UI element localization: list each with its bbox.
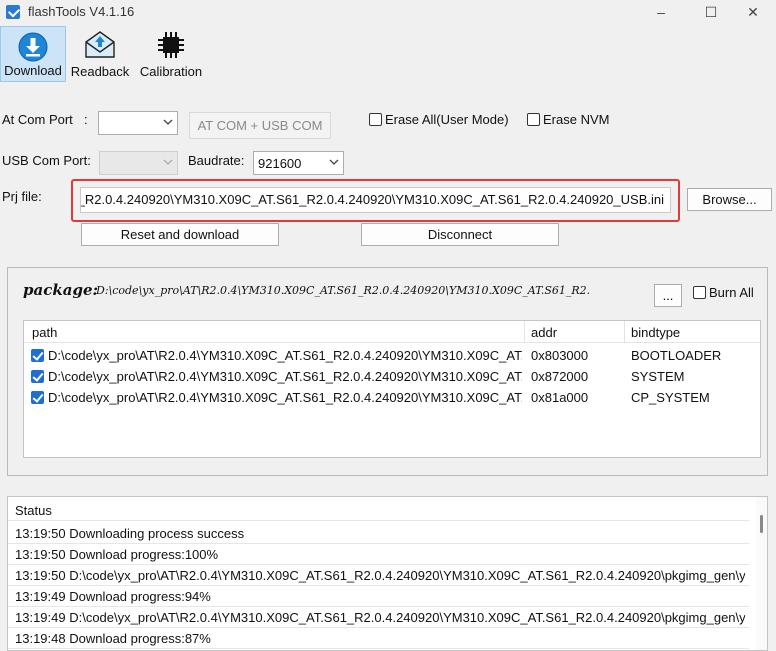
package-path: D:\code\yx_pro\AT\R2.0.4\YM310.X09C_AT.S… bbox=[96, 284, 591, 297]
toolbar-readback-button[interactable]: Readback bbox=[68, 26, 132, 82]
chip-icon bbox=[158, 32, 184, 58]
list-item: 13:19:50 D:\code\yx_pro\AT\R2.0.4\YM310.… bbox=[8, 565, 749, 586]
minimize-button[interactable]: – bbox=[638, 0, 684, 24]
erase-all-label: Erase All(User Mode) bbox=[385, 112, 509, 127]
column-header-bindtype[interactable]: bindtype bbox=[631, 325, 680, 340]
toolbar-readback-label: Readback bbox=[70, 64, 130, 79]
erase-nvm-label: Erase NVM bbox=[543, 112, 610, 127]
at-com-port-colon: : bbox=[84, 112, 88, 127]
window-title: flashTools V4.1.16 bbox=[28, 4, 135, 19]
status-log[interactable]: Status 13:19:50 Downloading process succ… bbox=[7, 496, 768, 651]
list-item: 13:19:49 Download progress:94% bbox=[8, 586, 749, 607]
close-button[interactable]: ✕ bbox=[730, 0, 776, 24]
status-line: 13:19:50 Download progress:100% bbox=[15, 547, 219, 562]
status-line: 13:19:49 Download progress:94% bbox=[15, 589, 211, 604]
at-com-port-select[interactable] bbox=[98, 111, 178, 135]
row-addr: 0x81a000 bbox=[531, 390, 589, 405]
status-line: 13:19:50 D:\code\yx_pro\AT\R2.0.4\YM310.… bbox=[15, 568, 745, 583]
toolbar-calibration-label: Calibration bbox=[139, 64, 203, 79]
baudrate-value: 921600 bbox=[258, 156, 302, 171]
column-header-path[interactable]: path bbox=[32, 325, 57, 340]
browse-button[interactable]: Browse... bbox=[687, 188, 772, 211]
list-item: 13:19:50 Download progress:100% bbox=[8, 544, 749, 565]
row-bindtype: CP_SYSTEM bbox=[631, 390, 710, 405]
row-checkbox[interactable] bbox=[31, 349, 44, 362]
status-line: 13:19:49 D:\code\yx_pro\AT\R2.0.4\YM310.… bbox=[15, 610, 745, 625]
disconnect-button[interactable]: Disconnect bbox=[361, 223, 559, 246]
row-bindtype: SYSTEM bbox=[631, 369, 685, 384]
table-row[interactable]: D:\code\yx_pro\AT\R2.0.4\YM310.X09C_AT.S… bbox=[24, 387, 760, 408]
prj-file-label: Prj file: bbox=[2, 189, 42, 204]
chevron-down-icon bbox=[163, 119, 173, 125]
column-divider[interactable] bbox=[524, 321, 525, 343]
column-header-addr[interactable]: addr bbox=[531, 325, 557, 340]
list-item: 13:19:48 Download progress:87% bbox=[8, 628, 749, 649]
app-icon bbox=[6, 5, 20, 19]
prj-file-value: AT.S61_R2.0.4.240920\YM310.X09C_AT.S61_R… bbox=[80, 192, 664, 207]
row-bindtype: BOOTLOADER bbox=[631, 348, 722, 363]
package-browse-button[interactable]: ... bbox=[654, 284, 682, 307]
list-header: path addr bindtype bbox=[24, 321, 760, 343]
at-usb-com-button[interactable]: AT COM + USB COM bbox=[189, 112, 331, 139]
table-row[interactable]: D:\code\yx_pro\AT\R2.0.4\YM310.X09C_AT.S… bbox=[24, 345, 760, 366]
status-scrollbar[interactable] bbox=[756, 497, 767, 650]
toolbar-calibration-button[interactable]: Calibration bbox=[136, 26, 206, 82]
column-divider[interactable] bbox=[624, 321, 625, 343]
package-file-list: path addr bindtype D:\code\yx_pro\AT\R2.… bbox=[23, 320, 761, 458]
download-icon bbox=[18, 32, 48, 62]
baudrate-label: Baudrate: bbox=[188, 153, 245, 168]
at-com-port-label: At Com Port bbox=[2, 112, 73, 127]
row-checkbox[interactable] bbox=[31, 391, 44, 404]
maximize-button[interactable]: ☐ bbox=[688, 0, 734, 24]
usb-com-port-select[interactable] bbox=[99, 151, 178, 175]
table-row[interactable]: D:\code\yx_pro\AT\R2.0.4\YM310.X09C_AT.S… bbox=[24, 366, 760, 387]
status-line: 13:19:48 Download progress:87% bbox=[15, 631, 211, 646]
row-addr: 0x803000 bbox=[531, 348, 589, 363]
baudrate-select[interactable]: 921600 bbox=[253, 151, 344, 175]
envelope-upload-icon bbox=[85, 31, 115, 58]
toolbar-download-label: Download bbox=[4, 63, 62, 78]
reset-and-download-button[interactable]: Reset and download bbox=[81, 223, 279, 246]
prj-file-input[interactable]: AT.S61_R2.0.4.240920\YM310.X09C_AT.S61_R… bbox=[80, 187, 671, 213]
chevron-down-icon bbox=[329, 159, 339, 165]
row-addr: 0x872000 bbox=[531, 369, 589, 384]
status-line: 13:19:50 Downloading process success bbox=[15, 526, 245, 541]
usb-com-port-label: USB Com Port: bbox=[2, 153, 91, 168]
row-checkbox[interactable] bbox=[31, 370, 44, 383]
list-item: 13:19:50 Downloading process success bbox=[8, 523, 749, 544]
list-item: 13:19:49 D:\code\yx_pro\AT\R2.0.4\YM310.… bbox=[8, 607, 749, 628]
burn-all-label: Burn All bbox=[709, 285, 754, 300]
burn-all-checkbox[interactable] bbox=[693, 286, 706, 299]
status-header-label: Status bbox=[15, 503, 52, 518]
erase-all-checkbox[interactable] bbox=[369, 113, 382, 126]
scrollbar-thumb[interactable] bbox=[760, 515, 763, 533]
chevron-down-icon bbox=[163, 159, 173, 165]
title-bar: flashTools V4.1.16 – ☐ ✕ bbox=[0, 0, 776, 24]
toolbar-download-button[interactable]: Download bbox=[0, 26, 66, 82]
row-path: D:\code\yx_pro\AT\R2.0.4\YM310.X09C_AT.S… bbox=[48, 369, 522, 384]
row-path: D:\code\yx_pro\AT\R2.0.4\YM310.X09C_AT.S… bbox=[48, 390, 522, 405]
package-label: package: bbox=[23, 281, 99, 299]
row-path: D:\code\yx_pro\AT\R2.0.4\YM310.X09C_AT.S… bbox=[48, 348, 522, 363]
status-header: Status bbox=[8, 500, 749, 521]
erase-nvm-checkbox[interactable] bbox=[527, 113, 540, 126]
